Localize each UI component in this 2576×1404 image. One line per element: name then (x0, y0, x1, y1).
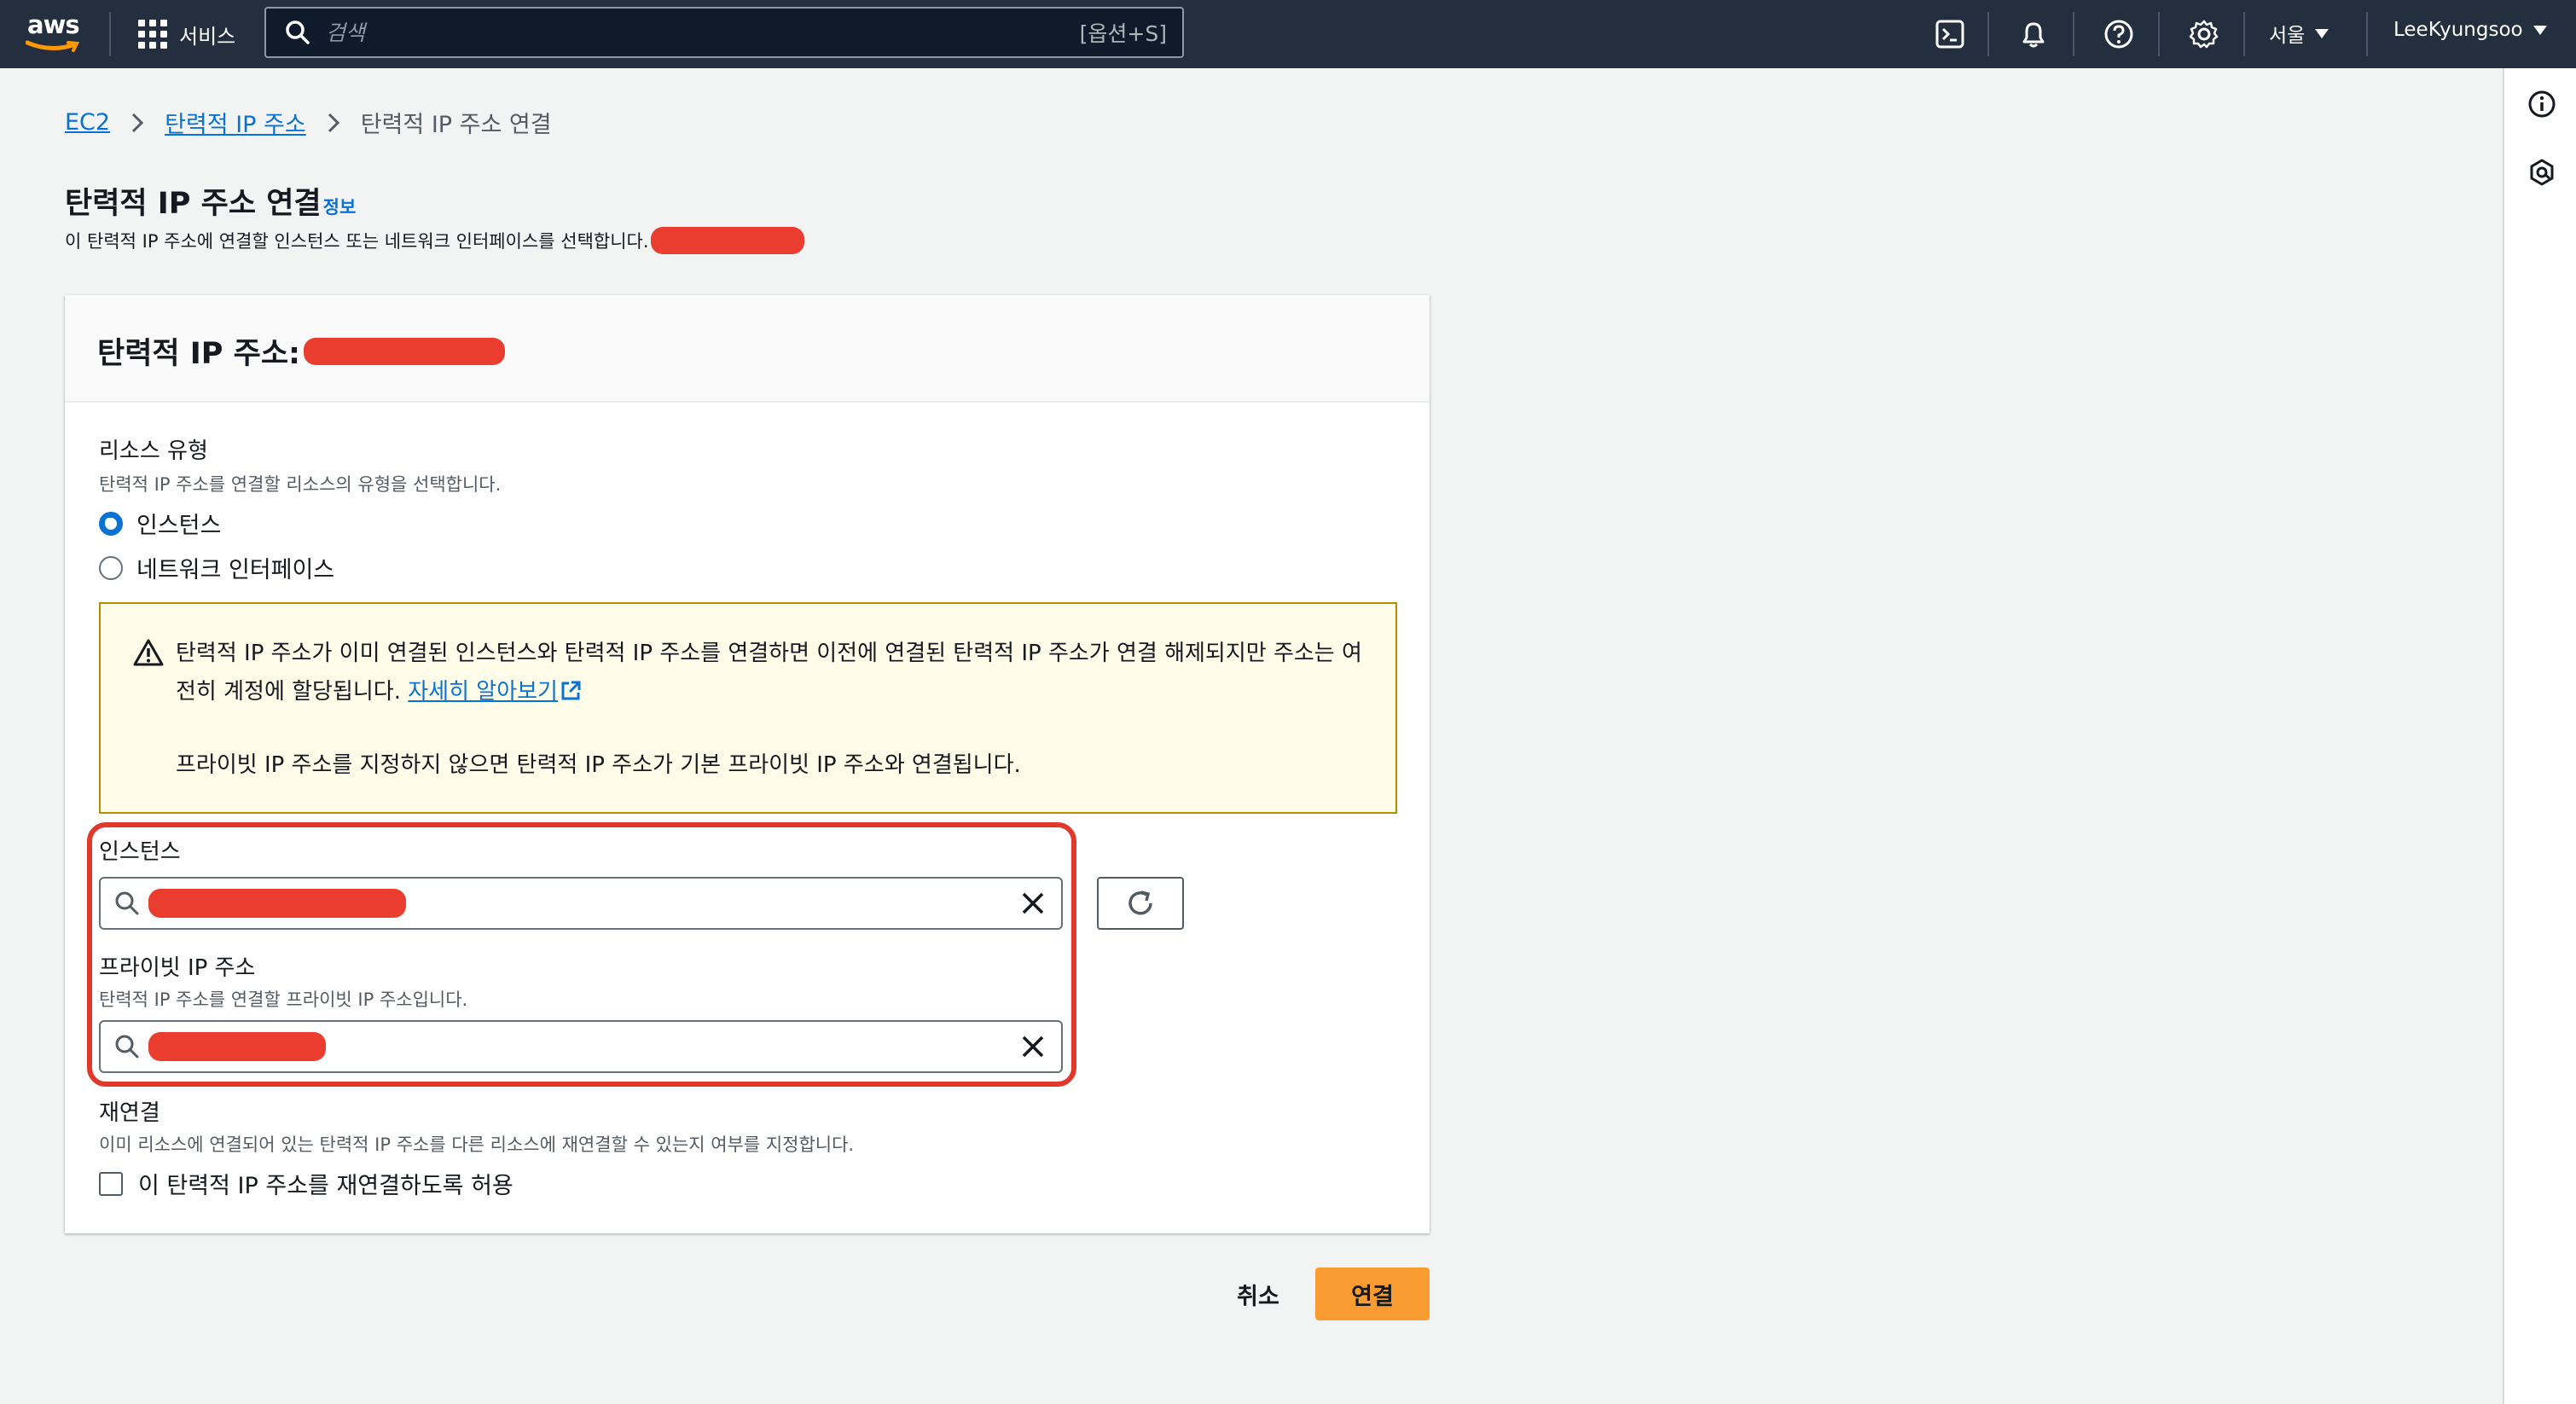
search-icon (115, 1035, 139, 1059)
clear-icon[interactable] (1020, 1034, 1046, 1059)
bell-icon[interactable] (2015, 15, 2052, 53)
reassociation-label: 재연결 (99, 1100, 160, 1126)
nav-divider (2158, 12, 2160, 56)
redaction-mark (148, 1032, 326, 1061)
card-header: 탄력적 IP 주소: (65, 295, 1430, 403)
region-label: 서울 (2269, 25, 2306, 47)
refresh-button[interactable] (1097, 877, 1184, 930)
caret-down-icon (2532, 25, 2547, 35)
breadcrumb-ec2-link[interactable]: EC2 (65, 109, 110, 136)
breadcrumb: EC2 탄력적 IP 주소 탄력적 IP 주소 연결 (65, 106, 552, 139)
warning-icon (133, 639, 164, 666)
radio-instance[interactable]: 인스턴스 (99, 507, 221, 540)
nav-divider (109, 12, 111, 56)
private-ip-select[interactable] (99, 1020, 1063, 1073)
page-description-container: 이 탄력적 IP 주소에 연결할 인스턴스 또는 네트워크 인터페이스를 선택합… (65, 227, 804, 254)
clear-icon[interactable] (1020, 891, 1046, 916)
card-title: 탄력적 IP 주소: (97, 337, 301, 371)
page-title: 탄력적 IP 주소 연결 (65, 187, 322, 221)
allow-reassociation-checkbox-row[interactable]: 이 탄력적 IP 주소를 재연결하도록 허용 (99, 1167, 513, 1200)
alert-text-container: 탄력적 IP 주소가 이미 연결된 인스턴스와 탄력적 IP 주소를 연결하면 … (176, 635, 1370, 711)
radio-instance-label: 인스턴스 (136, 513, 222, 539)
breadcrumb-elastic-ip-link[interactable]: 탄력적 IP 주소 (165, 106, 306, 139)
warning-alert: 탄력적 IP 주소가 이미 연결된 인스턴스와 탄력적 IP 주소를 연결하면 … (99, 602, 1397, 814)
feedback-icon[interactable] (2525, 155, 2559, 189)
region-selector[interactable]: 서울 (2269, 19, 2329, 48)
chevron-right-icon (131, 112, 144, 134)
settings-icon[interactable] (2185, 15, 2223, 53)
cancel-button[interactable]: 취소 (1220, 1268, 1297, 1320)
radio-network-interface[interactable]: 네트워크 인터페이스 (99, 551, 334, 584)
allow-reassociation-checkbox[interactable] (99, 1171, 123, 1196)
external-link-icon (561, 681, 581, 700)
breadcrumb-current: 탄력적 IP 주소 연결 (360, 112, 552, 138)
learn-more-link[interactable]: 자세히 알아보기 (408, 679, 582, 705)
cloudshell-icon[interactable] (1931, 15, 1969, 53)
private-ip-label: 프라이빗 IP 주소 (99, 955, 256, 981)
resource-type-label: 리소스 유형 (99, 438, 208, 464)
search-shortcut: [옵션+S] (1079, 21, 1167, 46)
aws-smile-icon (26, 40, 80, 52)
resource-type-description: 탄력적 IP 주소를 연결할 리소스의 유형을 선택합니다. (99, 474, 502, 495)
help-icon[interactable] (2100, 15, 2138, 53)
learn-more-link-text: 자세히 알아보기 (408, 679, 558, 705)
search-input[interactable] (326, 20, 1059, 45)
top-navigation: aws 서비스 [옵션+S] (0, 0, 2576, 68)
allow-reassociation-label: 이 탄력적 IP 주소를 재연결하도록 허용 (138, 1173, 513, 1199)
grid-icon (138, 20, 167, 49)
services-menu-button[interactable]: 서비스 (138, 15, 235, 53)
nav-divider (1987, 12, 1989, 56)
redaction-mark (148, 889, 406, 918)
alert-secondary-message: 프라이빗 IP 주소를 지정하지 않으면 탄력적 IP 주소가 기본 프라이빗 … (176, 752, 1021, 778)
radio-network-interface-label: 네트워크 인터페이스 (136, 557, 335, 583)
aws-logo[interactable]: aws (24, 10, 84, 55)
tools-rail (2503, 68, 2576, 1404)
reassociation-description: 이미 리소스에 연결되어 있는 탄력적 IP 주소를 다른 리소스에 재연결할 … (99, 1134, 855, 1155)
account-menu[interactable]: LeeKyungsoo (2393, 19, 2547, 41)
alert-message: 탄력적 IP 주소가 이미 연결된 인스턴스와 탄력적 IP 주소를 연결하면 … (176, 641, 1362, 705)
nav-divider (2243, 12, 2245, 56)
instance-select[interactable] (99, 877, 1063, 930)
search-icon (286, 20, 310, 44)
caret-down-icon (2315, 28, 2329, 38)
nav-divider (2073, 12, 2074, 56)
refresh-icon (1128, 891, 1152, 915)
account-label: LeeKyungsoo (2393, 19, 2523, 41)
card-title-container: 탄력적 IP 주소: (97, 329, 506, 373)
info-link[interactable]: 정보 (323, 194, 357, 219)
nav-divider (2366, 12, 2368, 56)
info-panel-icon[interactable] (2525, 87, 2559, 121)
search-icon (115, 891, 139, 915)
page-description: 이 탄력적 IP 주소에 연결할 인스턴스 또는 네트워크 인터페이스를 선택합… (65, 231, 649, 252)
instance-label: 인스턴스 (99, 839, 181, 865)
global-search[interactable]: [옵션+S] (264, 7, 1184, 58)
radio-button[interactable] (99, 555, 123, 580)
chevron-right-icon (327, 112, 340, 134)
redaction-mark (650, 227, 804, 254)
services-label: 서비스 (179, 24, 236, 49)
private-ip-description: 탄력적 IP 주소를 연결할 프라이빗 IP 주소입니다. (99, 989, 468, 1010)
radio-button-selected[interactable] (99, 511, 123, 536)
page-title-container: 탄력적 IP 주소 연결 정보 (65, 179, 356, 223)
redaction-mark (304, 337, 506, 365)
associate-eip-form-card: 탄력적 IP 주소: 리소스 유형 탄력적 IP 주소를 연결할 리소스의 유형… (65, 295, 1430, 1233)
aws-logo-text: aws (27, 10, 80, 39)
associate-button[interactable]: 연결 (1315, 1268, 1430, 1320)
